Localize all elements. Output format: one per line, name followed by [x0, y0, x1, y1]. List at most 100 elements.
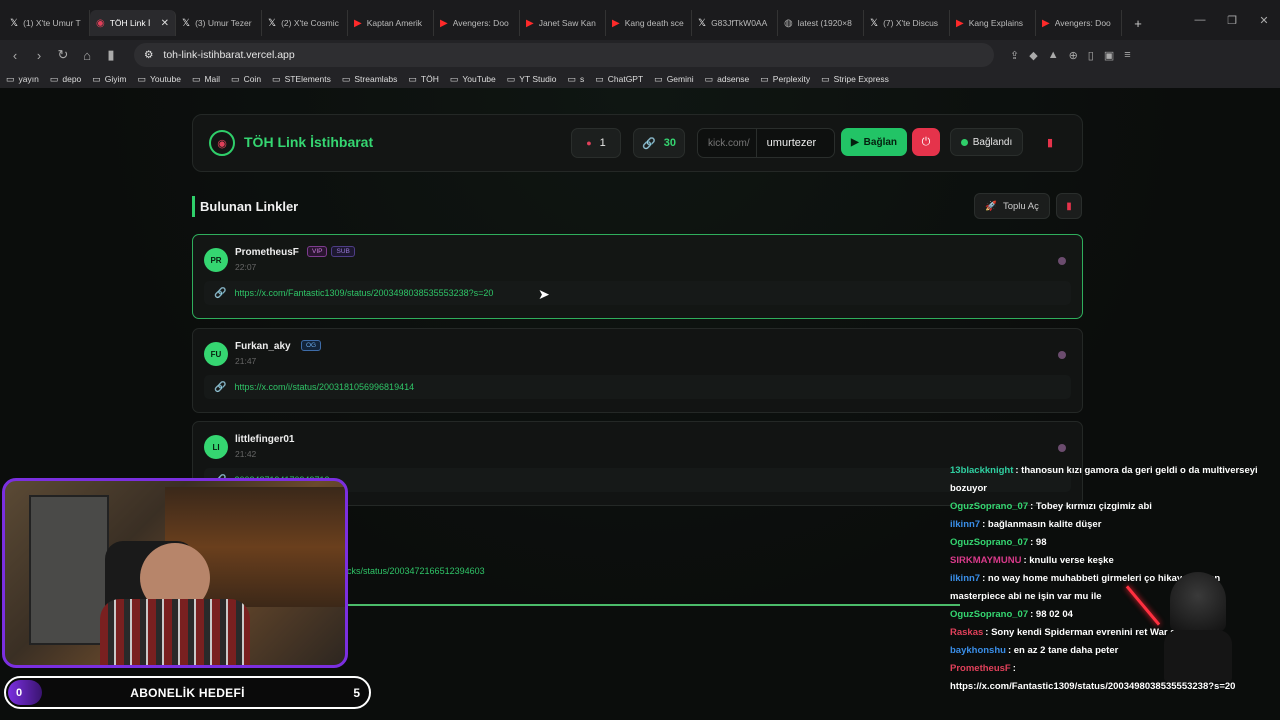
tab-item[interactable]: ◉ TÖH Link İ ✕: [90, 10, 176, 36]
bookmark-label: yayın: [18, 74, 39, 84]
bookmarks-bar: ▭ yayın ▭ depo ▭ Giyim ▭ Youtube ▭ Mail ▭ Coin ▭ STEl…: [0, 70, 1280, 88]
forward-icon[interactable]: ›: [30, 46, 48, 64]
close-window-icon[interactable]: ✕: [1248, 14, 1280, 27]
chat-username: PrometheusF: [950, 663, 1011, 674]
share-icon[interactable]: ⇪: [1010, 49, 1019, 62]
tab-title: TÖH Link İ: [109, 18, 151, 28]
bulk-open-button[interactable]: 🚀 Toplu Aç: [974, 193, 1050, 219]
chat-text: https://x.com/Fantastic1309/status/20034…: [950, 681, 1236, 692]
tab-title: (1) X'te Umur T: [23, 18, 81, 28]
bookmark-label: YT Studio: [519, 74, 557, 84]
app-header: ◉ TÖH Link İstihbarat ● 1 🔗 30 kick.com/…: [192, 114, 1083, 172]
folder-icon: ▭: [654, 73, 663, 84]
chat-username: ilkinn7: [950, 573, 981, 584]
tab-item[interactable]: ▶ Avengers: Doo: [434, 10, 520, 36]
address-bar-row: ‹ › ↻ ⌂ ▮ ⚙ toh-link-istihbarat.vercel.a…: [0, 40, 1280, 70]
tab-item[interactable]: 𝕏 (2) X'te Cosmic: [262, 10, 348, 36]
trash-icon: ▮: [1066, 200, 1072, 212]
link-row: 🔗 https://x.com/i/status/2003181056996819…: [204, 375, 1071, 399]
card-menu-dot[interactable]: [1058, 351, 1066, 359]
tab-item[interactable]: ◍ latest (1920×8: [778, 10, 864, 36]
sidebar-icon[interactable]: ▯: [1088, 49, 1094, 62]
new-tab-button[interactable]: +: [1128, 13, 1148, 33]
connect-button[interactable]: ▶ Bağlan: [841, 128, 907, 156]
bookmark-item[interactable]: ▭ Perplexity: [760, 74, 810, 85]
bookmark-item[interactable]: ▭ YT Studio: [507, 74, 557, 85]
site-info-icon[interactable]: ⚙: [144, 49, 153, 61]
wallet-icon[interactable]: ▣: [1104, 49, 1114, 62]
folder-icon: ▭: [272, 73, 281, 84]
partial-link: icks/status/2003472166512394603: [345, 566, 485, 576]
disconnect-button[interactable]: ⏻: [912, 128, 940, 156]
darth-vader-figure: [1160, 572, 1236, 682]
bookmark-item[interactable]: ▭ Gemini: [654, 74, 693, 85]
tab-item[interactable]: ▶ Kang death sce: [606, 10, 692, 36]
reload-icon[interactable]: ↻: [54, 46, 72, 64]
tab-item[interactable]: 𝕏 (3) Umur Tezer: [176, 10, 262, 36]
bookmark-item[interactable]: ▭ Streamlabs: [342, 74, 398, 85]
bookmark-item[interactable]: ▭ depo: [50, 74, 81, 85]
bookmark-item[interactable]: ▭ STElements: [272, 74, 331, 85]
sub-goal-target: 5: [353, 685, 360, 700]
extension-icon[interactable]: ⊕: [1069, 49, 1078, 62]
youtube-icon: ▶: [1042, 17, 1050, 29]
menu-icon[interactable]: ≡: [1124, 49, 1130, 62]
bookmark-item[interactable]: ▭ Mail: [192, 74, 220, 85]
bookmark-item[interactable]: ▭ TÖH: [408, 74, 438, 85]
home-icon[interactable]: ⌂: [78, 46, 96, 64]
bookmark-item[interactable]: ▭ YouTube: [450, 74, 496, 85]
bookmark-label: Youtube: [150, 74, 181, 84]
play-icon: ▶: [850, 136, 859, 148]
chat-username: OguzSoprano_07: [950, 537, 1029, 548]
chat-username: baykhonshu: [950, 645, 1006, 656]
globe-icon: ◍: [784, 17, 793, 29]
back-icon[interactable]: ‹: [6, 46, 24, 64]
tab-item[interactable]: 𝕏 (1) X'te Umur T: [4, 10, 90, 36]
bookmark-label: depo: [62, 74, 82, 84]
bookmark-item[interactable]: ▭ Stripe Express: [821, 74, 889, 85]
bookmark-icon[interactable]: ▮: [102, 46, 120, 64]
tab-item[interactable]: ▶ Avengers: Doo: [1036, 10, 1122, 36]
tab-title: Avengers: Doo: [452, 18, 509, 28]
bookmark-label: TÖH: [420, 74, 439, 84]
tab-item[interactable]: 𝕏 G83JfTkW0AA: [692, 10, 778, 36]
link-counter: 🔗 30: [633, 128, 685, 158]
user-badge: OG: [301, 340, 322, 351]
bookmark-item[interactable]: ▭ Giyim: [92, 74, 126, 85]
tab-item[interactable]: ▶ Janet Saw Kan: [520, 10, 606, 36]
link-url[interactable]: https://x.com/i/status/20031810569968194…: [234, 382, 414, 392]
minimize-icon[interactable]: —: [1184, 14, 1216, 26]
rewards-icon[interactable]: ▲: [1048, 49, 1059, 62]
tab-item[interactable]: 𝕏 (7) X'te Discus: [864, 10, 950, 36]
bookmark-item[interactable]: ▭ adsense: [705, 74, 750, 85]
card-time: 21:47: [235, 356, 257, 366]
browser-tabbar: 𝕏 (1) X'te Umur T ◉ TÖH Link İ ✕ 𝕏 (3) Umur Te…: [0, 0, 1280, 40]
tab-close-icon[interactable]: ✕: [161, 18, 169, 29]
tab-item[interactable]: ▶ Kaptan Amerik: [348, 10, 434, 36]
avatar: PR: [204, 248, 228, 272]
folder-icon: ▭: [449, 73, 459, 84]
youtube-icon: ▶: [354, 17, 362, 29]
kick-prefix: kick.com/: [698, 129, 757, 157]
bookmark-item[interactable]: ▭ s: [567, 74, 584, 85]
card-menu-dot[interactable]: [1058, 257, 1066, 265]
connection-status: Bağlandı: [950, 128, 1023, 156]
bookmark-item[interactable]: ▭ Youtube: [138, 74, 181, 85]
chat-message: SIRKMAYMUNU: knullu verse keşke: [950, 552, 1275, 570]
channel-input[interactable]: [756, 137, 837, 149]
link-url[interactable]: https://x.com/Fantastic1309/status/20034…: [234, 288, 493, 298]
bookmark-item[interactable]: ▭ Coin: [231, 74, 261, 85]
brave-icon[interactable]: ◆: [1029, 49, 1037, 62]
maximize-icon[interactable]: ❐: [1216, 14, 1248, 27]
delete-all-button[interactable]: ▮: [1056, 193, 1082, 219]
bookmark-item[interactable]: ▭ ChatGPT: [595, 74, 643, 85]
folder-icon: ▭: [506, 73, 516, 84]
alert-icon: ●: [586, 138, 592, 148]
card-menu-dot[interactable]: [1058, 444, 1066, 452]
vader-body: [1164, 630, 1232, 682]
tab-item[interactable]: ▶ Kang Explains: [950, 10, 1036, 36]
bookmark-item[interactable]: ▭ yayın: [6, 74, 39, 85]
bookmark-label: Streamlabs: [354, 74, 398, 84]
url-field[interactable]: ⚙ toh-link-istihbarat.vercel.app: [134, 43, 994, 67]
clear-button[interactable]: ▮: [1035, 128, 1065, 156]
